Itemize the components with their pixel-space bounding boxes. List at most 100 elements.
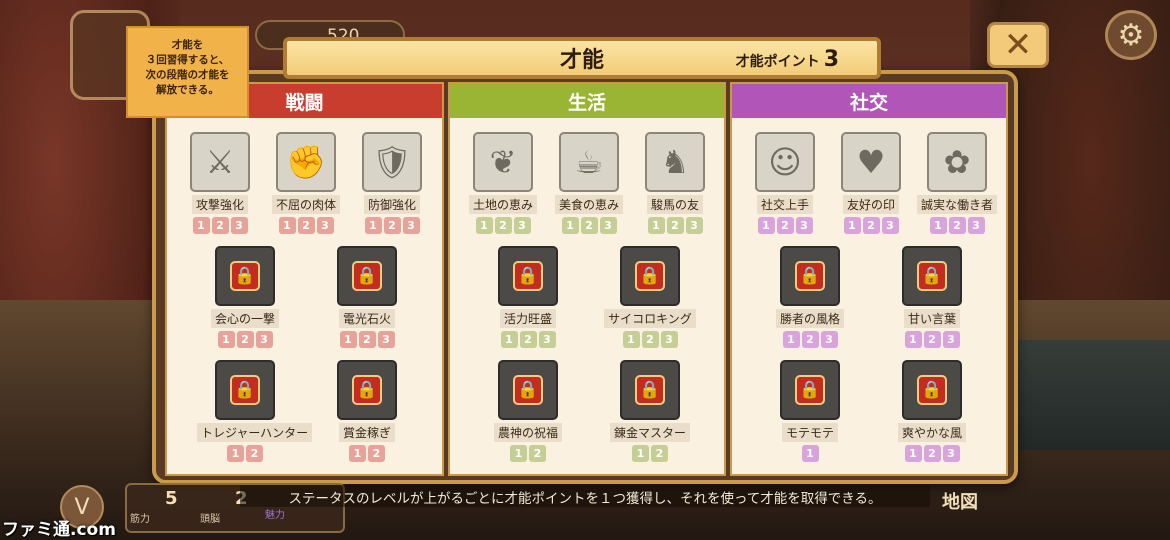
level-badge: 1: [622, 331, 640, 348]
level-badge: 1: [904, 445, 922, 462]
talent-icon: ✊: [276, 132, 336, 192]
talent-battle-3[interactable]: 🔒 会心の一撃 1 2 3: [197, 246, 293, 348]
column-social: 社交 ☺ 社交上手 1 2 3 ♥ 友好の印 1 2 3 ✿ 誠実な働き者 1 2 3 🔒 勝者の風格 1 2 3 🔒 甘…: [730, 82, 1008, 476]
talent-social-2[interactable]: ✿ 誠実な働き者 1 2 3: [909, 132, 1005, 234]
lock-icon: 🔒: [230, 261, 260, 291]
talent-icon: ♥: [841, 132, 901, 192]
gear-icon: ⚙: [1117, 17, 1145, 53]
talent-battle-1[interactable]: ✊ 不屈の肉体 1 2 3: [258, 132, 354, 234]
talent-life-2[interactable]: ♞ 駿馬の友 1 2 3: [627, 132, 723, 234]
talent-icon: ✿: [927, 132, 987, 192]
footer-hint: ステータスのレベルが上がるごとに才能ポイントを１つ獲得し、それを使って才能を取得…: [240, 485, 930, 507]
talent-icon: 🔒: [337, 246, 397, 306]
level-badge: 3: [599, 217, 617, 234]
talent-life-5[interactable]: 🔒 農神の祝福 1 2: [480, 360, 576, 462]
talent-social-4[interactable]: 🔒 甘い言葉 1 2 3: [884, 246, 980, 348]
level-badge: 2: [862, 217, 880, 234]
lock-icon: 🔒: [352, 375, 382, 405]
talent-name: 農神の祝福: [493, 423, 562, 442]
watermark: ファミ通.com: [2, 520, 116, 540]
talent-icon: ☺: [755, 132, 815, 192]
talent-battle-6[interactable]: 🔒 賞金稼ぎ 1 2: [319, 360, 415, 462]
level-badge: 2: [297, 217, 315, 234]
talent-icon: ❦: [473, 132, 533, 192]
level-badge: 3: [942, 445, 960, 462]
column-header-life: 生活: [450, 84, 724, 118]
talent-life-4[interactable]: 🔒 サイコロキング 1 2 3: [602, 246, 698, 348]
talent-levels: 123: [258, 217, 354, 234]
talent-life-6[interactable]: 🔒 錬金マスター 1 2: [602, 360, 698, 462]
level-badge: 3: [660, 331, 678, 348]
talent-icon: 🔒: [620, 360, 680, 420]
stat-intellect-label: 頭脳: [200, 514, 220, 525]
settings-button[interactable]: ⚙: [1105, 10, 1157, 60]
talent-levels: 123: [541, 217, 637, 234]
level-badge: 2: [666, 217, 684, 234]
level-badge: 2: [494, 217, 512, 234]
level-badge: 3: [255, 331, 273, 348]
talent-life-0[interactable]: ❦ 土地の恵み 1 2 3: [455, 132, 551, 234]
level-badge: 2: [801, 331, 819, 348]
level-badge: 2: [641, 331, 659, 348]
talent-levels: 123: [823, 217, 919, 234]
talent-name: 甘い言葉: [903, 309, 960, 328]
talent-life-1[interactable]: ☕ 美食の恵み 1 2 3: [541, 132, 637, 234]
talent-icon: 🔒: [498, 246, 558, 306]
talent-battle-5[interactable]: 🔒 トレジャーハンター 1 2: [197, 360, 313, 462]
talent-name: 電光石火: [338, 309, 395, 328]
talent-name: 不屈の肉体: [271, 195, 340, 214]
talent-levels: 123: [884, 445, 980, 462]
talent-name: 防御強化: [363, 195, 420, 214]
map-button[interactable]: 地図: [925, 484, 995, 518]
talent-levels: 12: [197, 445, 293, 462]
talent-name: 駿馬の友: [646, 195, 703, 214]
talent-name: 友好の印: [842, 195, 899, 214]
level-badge: 3: [820, 331, 838, 348]
level-badge: 2: [211, 217, 229, 234]
talent-name: 活力旺盛: [499, 309, 556, 328]
level-badge: 2: [651, 445, 668, 462]
talent-name: 攻撃強化: [191, 195, 248, 214]
level-badge: 1: [632, 445, 649, 462]
talent-icon: 🔒: [780, 360, 840, 420]
level-badge: 2: [580, 217, 598, 234]
lock-icon: 🔒: [917, 375, 947, 405]
talent-name: 勝者の風格: [775, 309, 844, 328]
talent-levels: 123: [884, 331, 980, 348]
lock-icon: 🔒: [513, 261, 543, 291]
column-header-social: 社交: [732, 84, 1006, 118]
talent-levels: 123: [344, 217, 440, 234]
talent-icon: 🔒: [620, 246, 680, 306]
talent-social-3[interactable]: 🔒 勝者の風格 1 2 3: [762, 246, 858, 348]
talent-points-value: 3: [823, 47, 839, 72]
level-badge: 1: [217, 331, 235, 348]
talent-icon: 🔒: [902, 246, 962, 306]
level-badge: 1: [561, 217, 579, 234]
talent-social-1[interactable]: ♥ 友好の印 1 2 3: [823, 132, 919, 234]
talent-levels: 1: [762, 445, 858, 462]
level-badge: 3: [316, 217, 334, 234]
talent-battle-0[interactable]: ⚔ 攻撃強化 1 2 3: [172, 132, 268, 234]
talent-name: トレジャーハンター: [197, 423, 313, 442]
talent-levels: 123: [762, 331, 858, 348]
level-badge: 3: [377, 331, 395, 348]
column-battle: 戦闘 ⚔ 攻撃強化 1 2 3 ✊ 不屈の肉体 1 2 3 🛡 防御強化 1 2 3 🔒 会心の一撃 1 2 3 🔒 電光…: [165, 82, 444, 476]
level-badge: 1: [757, 217, 775, 234]
talent-battle-4[interactable]: 🔒 電光石火 1 2 3: [319, 246, 415, 348]
level-badge: 2: [519, 331, 537, 348]
level-badge: 1: [278, 217, 296, 234]
lock-icon: 🔒: [917, 261, 947, 291]
level-badge: 2: [923, 445, 941, 462]
talent-life-3[interactable]: 🔒 活力旺盛 1 2 3: [480, 246, 576, 348]
level-badge: 2: [948, 217, 966, 234]
lock-icon: 🔒: [352, 261, 382, 291]
talent-name: 賞金稼ぎ: [338, 423, 395, 442]
close-button[interactable]: ✕: [987, 22, 1049, 68]
level-badge: 1: [192, 217, 210, 234]
level-badge: 3: [942, 331, 960, 348]
talent-social-0[interactable]: ☺ 社交上手 1 2 3: [737, 132, 833, 234]
talent-levels: 12: [602, 445, 698, 462]
talent-battle-2[interactable]: 🛡 防御強化 1 2 3: [344, 132, 440, 234]
talent-social-5[interactable]: 🔒 モテモテ 1: [762, 360, 858, 462]
talent-social-6[interactable]: 🔒 爽やかな風 1 2 3: [884, 360, 980, 462]
